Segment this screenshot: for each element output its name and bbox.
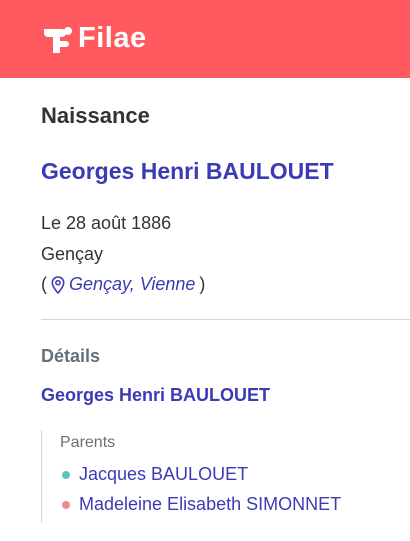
filae-logo[interactable]: Filae [40, 21, 147, 57]
record-content: Naissance Georges Henri BAULOUET Le 28 a… [0, 78, 410, 541]
location-open-paren: ( [41, 274, 47, 294]
filae-logo-icon [44, 27, 72, 53]
brand-name: Filae [78, 21, 147, 54]
site-header: Filae [0, 0, 410, 78]
event-location: ( Gençay, Vienne ) [41, 274, 205, 295]
details-person-link[interactable]: Georges Henri BAULOUET [41, 385, 270, 406]
parent-item-father[interactable]: Jacques BAULOUET [62, 464, 248, 485]
location-link[interactable]: Gençay, Vienne [69, 274, 195, 295]
person-name-link[interactable]: Georges Henri BAULOUET [41, 158, 334, 185]
event-city: Gençay [41, 244, 104, 264]
parents-label: Parents [60, 434, 116, 451]
parents-section: Parents Jacques BAULOUET Madeleine Elisa… [41, 430, 401, 523]
location-close-paren: ) [199, 274, 206, 294]
details-heading: Détails [41, 346, 101, 366]
parent-item-mother[interactable]: Madeleine Elisabeth SIMONNET [62, 494, 341, 515]
parent-name[interactable]: Jacques BAULOUET [79, 464, 248, 485]
event-title: Naissance [41, 103, 150, 128]
event-date: Le 28 août 1886 [41, 213, 172, 233]
map-pin-icon [51, 275, 65, 294]
father-dot-icon [62, 470, 70, 479]
section-divider [41, 319, 410, 320]
mother-dot-icon [62, 500, 70, 509]
parent-name[interactable]: Madeleine Elisabeth SIMONNET [79, 494, 341, 515]
